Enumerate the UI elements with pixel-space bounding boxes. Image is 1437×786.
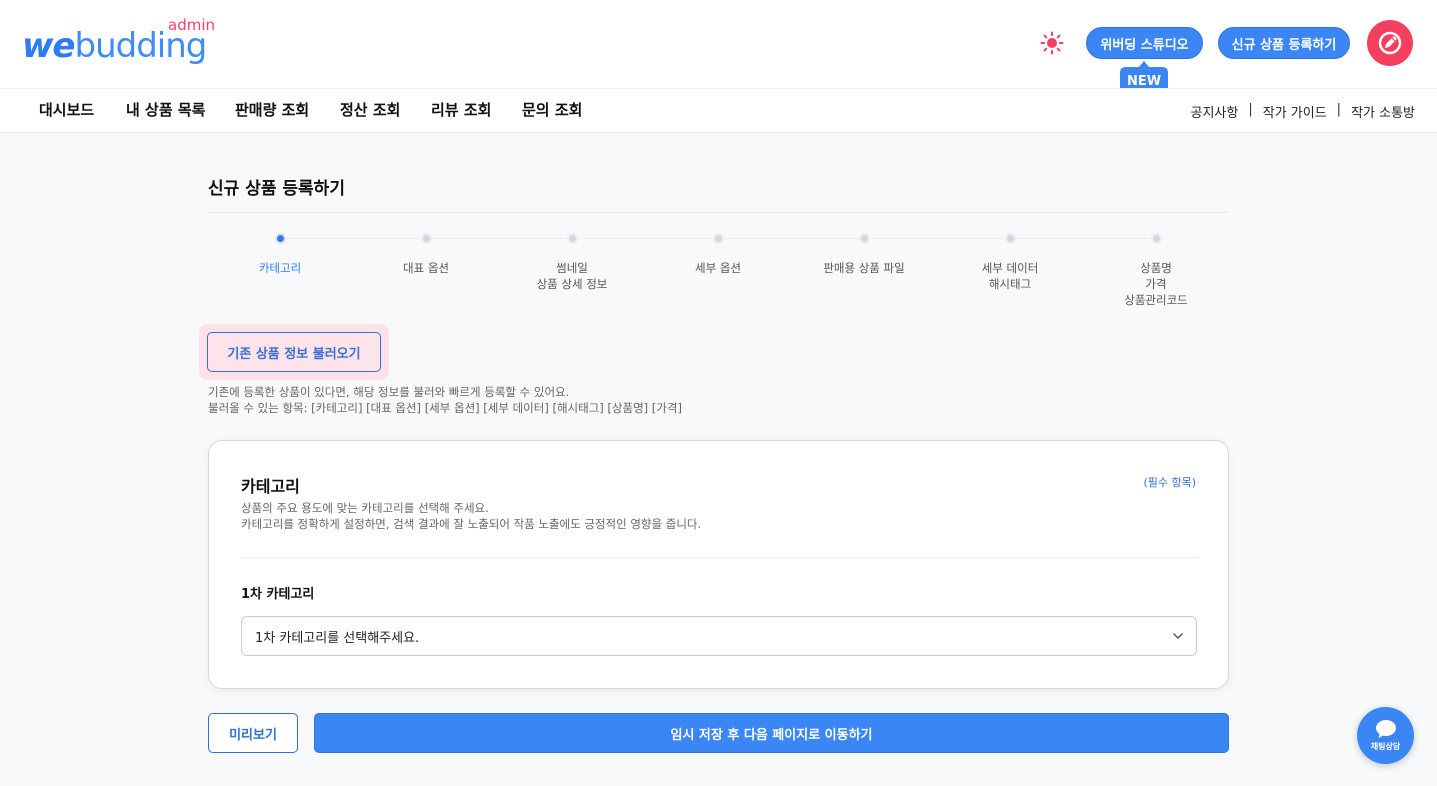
nav-item-reviews[interactable]: 리뷰 조회 [431, 99, 491, 120]
step-dot [1150, 233, 1162, 244]
required-label: (필수 항목) [1143, 476, 1196, 489]
avatar[interactable] [1367, 20, 1413, 66]
studio-button[interactable]: 위버딩 스튜디오 [1086, 27, 1203, 59]
link-guide[interactable]: 작가 가이드 [1263, 102, 1327, 121]
card-divider [241, 557, 1197, 558]
chat-bubble-icon [1375, 720, 1396, 738]
category-card: 카테고리 (필수 항목) 상품의 주요 용도에 맞는 카테고리를 선택해 주세요… [208, 440, 1229, 689]
step-dot [420, 233, 432, 244]
page-title: 신규 상품 등록하기 [208, 179, 345, 199]
step-dot [274, 233, 286, 244]
nav-item-inquiries[interactable]: 문의 조회 [522, 99, 582, 120]
step-label[interactable]: 판매용 상품 파일 [794, 260, 934, 276]
step-label[interactable]: 대표 옵션 [356, 260, 496, 276]
save-and-next-button[interactable]: 임시 저장 후 다음 페이지로 이동하기 [314, 713, 1229, 753]
card-description: 상품의 주요 용도에 맞는 카테고리를 선택해 주세요. 카테고리를 정확하게 … [241, 500, 701, 532]
nav-item-sales[interactable]: 판매량 조회 [235, 99, 309, 120]
title-divider [208, 212, 1229, 213]
step-label[interactable]: 썸네일 상품 상세 정보 [502, 260, 642, 292]
header: webudding admin 위버딩 스튜디오 NEW 신규 상품 등록하기 [0, 0, 1437, 95]
step-dot [858, 233, 870, 244]
card-title: 카테고리 [241, 477, 300, 496]
link-notice[interactable]: 공지사항 [1191, 102, 1239, 121]
link-separator: | [1336, 102, 1342, 117]
preview-button[interactable]: 미리보기 [208, 713, 298, 753]
help-line: 불러올 수 있는 항목: [카테고리] [대표 옵션] [세부 옵션] [세부 … [208, 401, 682, 415]
step-dot [566, 233, 578, 244]
chat-support-button[interactable]: 채팅상담 [1357, 707, 1414, 764]
logo[interactable]: webudding admin [22, 16, 222, 72]
step-label[interactable]: 상품명 가격 상품관리코드 [1086, 260, 1226, 308]
primary-category-select[interactable]: 1차 카테고리를 선택해주세요. [241, 616, 1197, 656]
step-label[interactable]: 카테고리 [210, 260, 350, 276]
sun-icon[interactable] [1040, 31, 1064, 55]
chat-label: 채팅상담 [1370, 742, 1401, 751]
load-existing-button[interactable]: 기존 상품 정보 불러오기 [207, 332, 381, 372]
step-dot [1004, 233, 1016, 244]
main-nav: 대시보드 내 상품 목록 판매량 조회 정산 조회 리뷰 조회 문의 조회 공지… [0, 88, 1437, 133]
step-dot [712, 233, 724, 244]
description-line: 카테고리를 정확하게 설정하면, 검색 결과에 잘 노출되어 작품 노출에도 긍… [241, 517, 702, 531]
help-line: 기존에 등록한 상품이 있다면, 해당 정보를 불러와 빠르게 등록할 수 있어… [208, 385, 570, 399]
step-label[interactable]: 세부 옵션 [648, 260, 788, 276]
logo-we: we [22, 26, 75, 66]
nav-item-dashboard[interactable]: 대시보드 [39, 99, 94, 120]
nav-item-my-products[interactable]: 내 상품 목록 [126, 99, 205, 120]
chevron-down-icon [1173, 633, 1183, 639]
logo-admin: admin [168, 16, 215, 34]
nav-links: 공지사항 | 작가 가이드 | 작가 소통방 [1191, 102, 1416, 121]
link-separator: | [1248, 102, 1253, 117]
description-line: 상품의 주요 용도에 맞는 카테고리를 선택해 주세요. [241, 501, 489, 515]
select-value: 1차 카테고리를 선택해주세요. [255, 630, 420, 646]
link-community[interactable]: 작가 소통방 [1351, 102, 1415, 121]
new-product-button[interactable]: 신규 상품 등록하기 [1218, 27, 1350, 59]
pencil-icon [1378, 31, 1402, 55]
primary-category-label: 1차 카테고리 [241, 587, 315, 602]
load-help-text: 기존에 등록한 상품이 있다면, 해당 정보를 불러와 빠르게 등록할 수 있어… [208, 384, 682, 416]
nav-item-settlement[interactable]: 정산 조회 [340, 99, 400, 120]
step-label[interactable]: 세부 데이터 해시태그 [940, 260, 1080, 292]
